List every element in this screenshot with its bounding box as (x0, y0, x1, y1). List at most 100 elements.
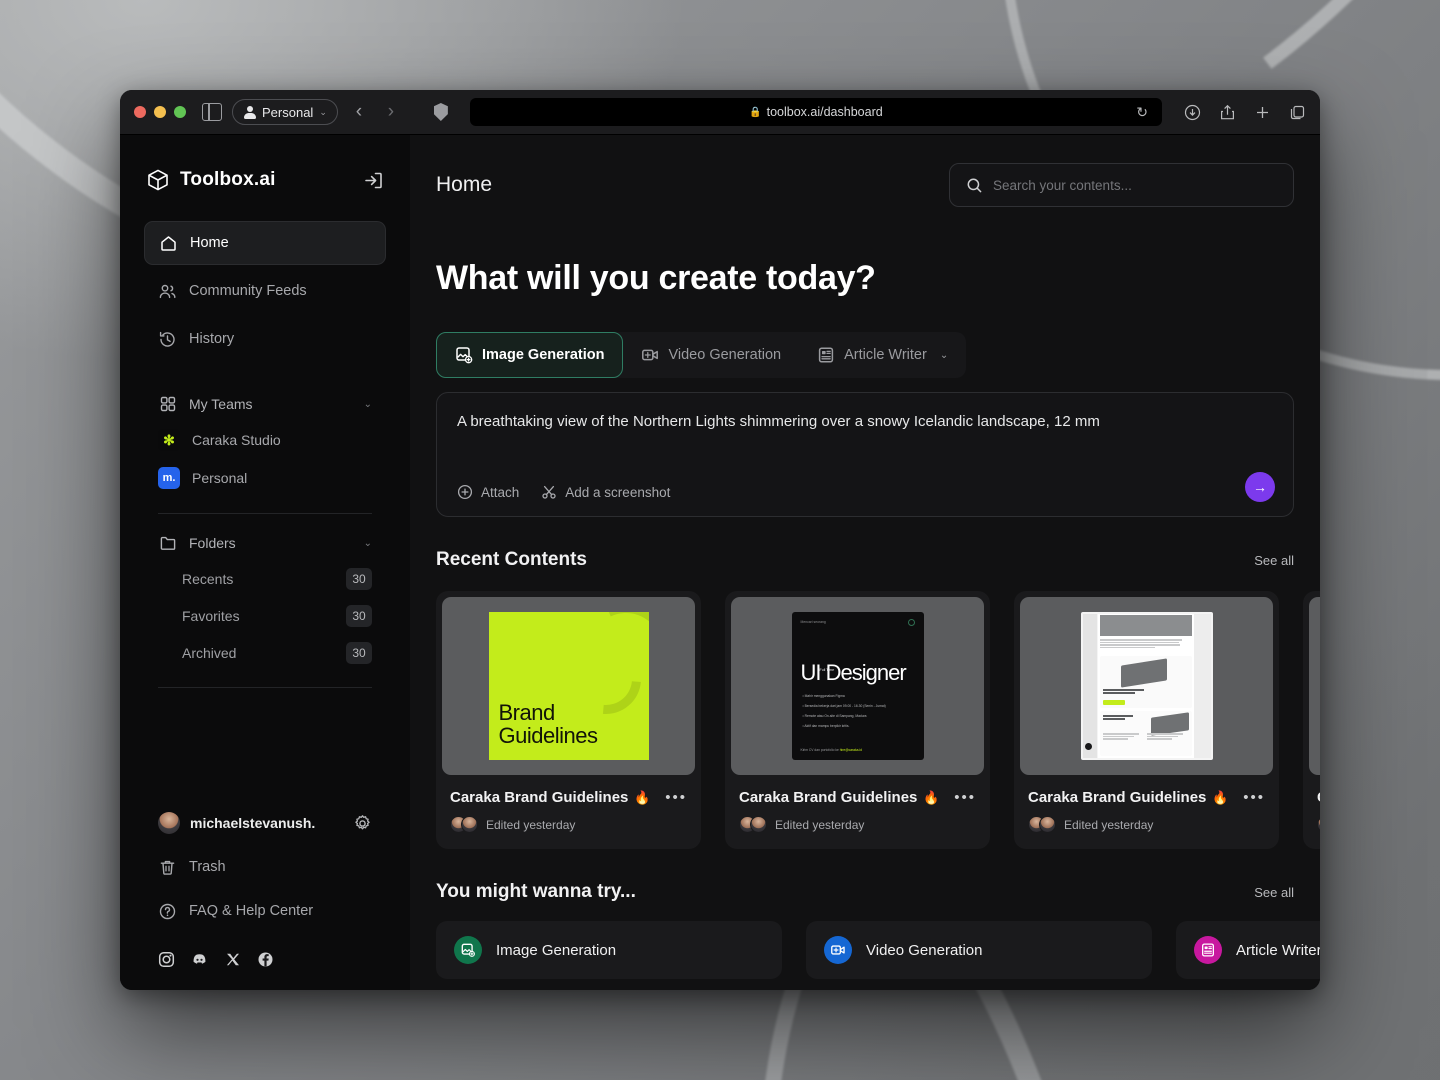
thumbnail-line-2: Guidelines (499, 725, 598, 748)
poster-title: UI Designer (801, 660, 906, 686)
card-meta: Ca (1303, 775, 1320, 849)
collaborator-avatars (739, 816, 767, 833)
brand-guidelines-thumbnail: Brand Guidelines (489, 612, 649, 760)
browser-toolbar: Personal ⌄ ‹ › 🔒 toolbox.ai/dashboard ↻ (120, 90, 1320, 135)
sidebar-item-trash[interactable]: Trash (144, 845, 386, 889)
send-prompt-button[interactable]: → (1245, 472, 1275, 502)
reload-icon[interactable]: ↻ (1136, 104, 1148, 121)
card-menu-button[interactable]: ••• (665, 789, 687, 806)
sidebar-item-label: Home (190, 235, 229, 251)
collapse-sidebar-icon[interactable] (363, 170, 384, 191)
article-icon (817, 346, 835, 364)
content-card[interactable]: Brand Guidelines Caraka Brand Guidelines… (436, 591, 701, 849)
facebook-icon[interactable] (257, 951, 274, 968)
address-bar-url: toolbox.ai/dashboard (767, 105, 883, 119)
tab-label: Video Generation (668, 347, 781, 363)
try-card-label: Image Generation (496, 942, 616, 959)
tab-image-generation[interactable]: Image Generation (436, 332, 623, 378)
sidebar-item-home[interactable]: Home (144, 221, 386, 265)
avatar (1317, 816, 1320, 833)
x-icon[interactable] (224, 951, 241, 968)
brand-row: Toolbox.ai (120, 157, 410, 203)
try-card-article-writer[interactable]: Article Writer (1176, 921, 1320, 979)
chevron-down-icon[interactable]: ⌄ (364, 399, 372, 410)
profile-name: Personal (262, 105, 313, 120)
forward-button[interactable]: › (380, 101, 402, 123)
card-edited-label: Edited yesterday (486, 818, 575, 832)
minimize-window-button[interactable] (154, 106, 166, 118)
folder-icon (158, 534, 177, 553)
search-input[interactable] (993, 178, 1277, 193)
search-box[interactable] (949, 163, 1294, 207)
avatar (750, 816, 767, 833)
gear-icon[interactable] (353, 814, 372, 833)
window-controls[interactable] (134, 106, 186, 118)
team-label: Caraka Studio (192, 432, 281, 448)
hero-heading: What will you create today? (436, 259, 1294, 298)
chevron-down-icon[interactable]: ⌄ (364, 538, 372, 549)
collaborator-avatars (1028, 816, 1056, 833)
try-see-all-link[interactable]: See all (1254, 885, 1294, 900)
address-bar[interactable]: 🔒 toolbox.ai/dashboard ↻ (470, 98, 1162, 126)
avatar (461, 816, 478, 833)
try-card-video-generation[interactable]: Video Generation (806, 921, 1152, 979)
home-icon (159, 234, 178, 253)
user-profile-row[interactable]: michaelstevanush. (144, 801, 386, 845)
sidebar-item-community-feeds[interactable]: Community Feeds (144, 269, 386, 313)
back-button[interactable]: ‹ (348, 101, 370, 123)
team-label: Personal (192, 470, 247, 486)
folder-label: Favorites (182, 608, 240, 624)
downloads-icon[interactable] (1184, 104, 1201, 121)
main-header: Home (436, 163, 1294, 207)
profile-switcher-button[interactable]: Personal ⌄ (232, 99, 338, 125)
new-tab-icon[interactable] (1254, 104, 1271, 121)
chevron-down-icon: ⌄ (319, 107, 327, 118)
attach-label: Attach (481, 485, 519, 500)
add-screenshot-button[interactable]: Add a screenshot (541, 484, 670, 500)
sidebar-item-personal[interactable]: m. Personal (144, 459, 386, 497)
prompt-composer[interactable]: A breathtaking view of the Northern Ligh… (436, 392, 1294, 517)
avatar (158, 812, 180, 834)
sidebar-item-caraka-studio[interactable]: ✻ Caraka Studio (144, 421, 386, 459)
person-icon (243, 106, 256, 119)
close-window-button[interactable] (134, 106, 146, 118)
folders-section-label: Folders (189, 535, 236, 551)
attach-button[interactable]: Attach (457, 484, 519, 500)
sidebar-item-favorites[interactable]: Favorites 30 (144, 597, 386, 634)
sidebar-item-archived[interactable]: Archived 30 (144, 634, 386, 671)
sidebar-toggle-icon[interactable] (202, 103, 222, 121)
card-title: Caraka Brand Guidelines (1028, 789, 1206, 806)
generation-mode-tabs: Image Generation Video Generation Articl… (436, 332, 966, 378)
instagram-icon[interactable] (158, 951, 175, 968)
sidebar-item-recents[interactable]: Recents 30 (144, 560, 386, 597)
card-menu-button[interactable]: ••• (954, 789, 976, 806)
main-content: Home What will you create today? (410, 135, 1320, 990)
content-card[interactable]: Mencari seorang UI Designer Full Time • … (725, 591, 990, 849)
share-icon[interactable] (1219, 104, 1236, 121)
tab-video-generation[interactable]: Video Generation (623, 332, 799, 378)
discord-icon[interactable] (191, 951, 208, 968)
card-title: Caraka Brand Guidelines (739, 789, 917, 806)
try-card-image-generation[interactable]: Image Generation (436, 921, 782, 979)
image-add-icon (454, 936, 482, 964)
tab-overview-icon[interactable] (1289, 104, 1306, 121)
content-card[interactable]: Ca (1303, 591, 1320, 849)
scissors-icon (541, 484, 557, 500)
teams-section-header[interactable]: My Teams ⌄ (144, 387, 386, 421)
card-menu-button[interactable]: ••• (1243, 789, 1265, 806)
lock-icon: 🔒 (749, 107, 761, 118)
chevron-down-icon[interactable]: ⌄ (940, 350, 948, 361)
prompt-text[interactable]: A breathtaking view of the Northern Ligh… (457, 411, 1273, 432)
folders-section-header[interactable]: Folders ⌄ (144, 526, 386, 560)
sidebar-footer: michaelstevanush. Trash FAQ & Help Cent (120, 801, 410, 990)
card-thumbnail (1309, 597, 1320, 775)
shield-privacy-icon[interactable] (434, 103, 448, 121)
article-icon (1194, 936, 1222, 964)
recent-see-all-link[interactable]: See all (1254, 553, 1294, 568)
content-card[interactable]: Caraka Brand Guidelines 🔥 ••• Edited yes… (1014, 591, 1279, 849)
maximize-window-button[interactable] (174, 106, 186, 118)
sidebar-item-faq-help-center[interactable]: FAQ & Help Center (144, 889, 386, 933)
tab-article-writer[interactable]: Article Writer ⌄ (799, 332, 966, 378)
sidebar-item-history[interactable]: History (144, 317, 386, 361)
team-avatar: m. (158, 467, 180, 489)
